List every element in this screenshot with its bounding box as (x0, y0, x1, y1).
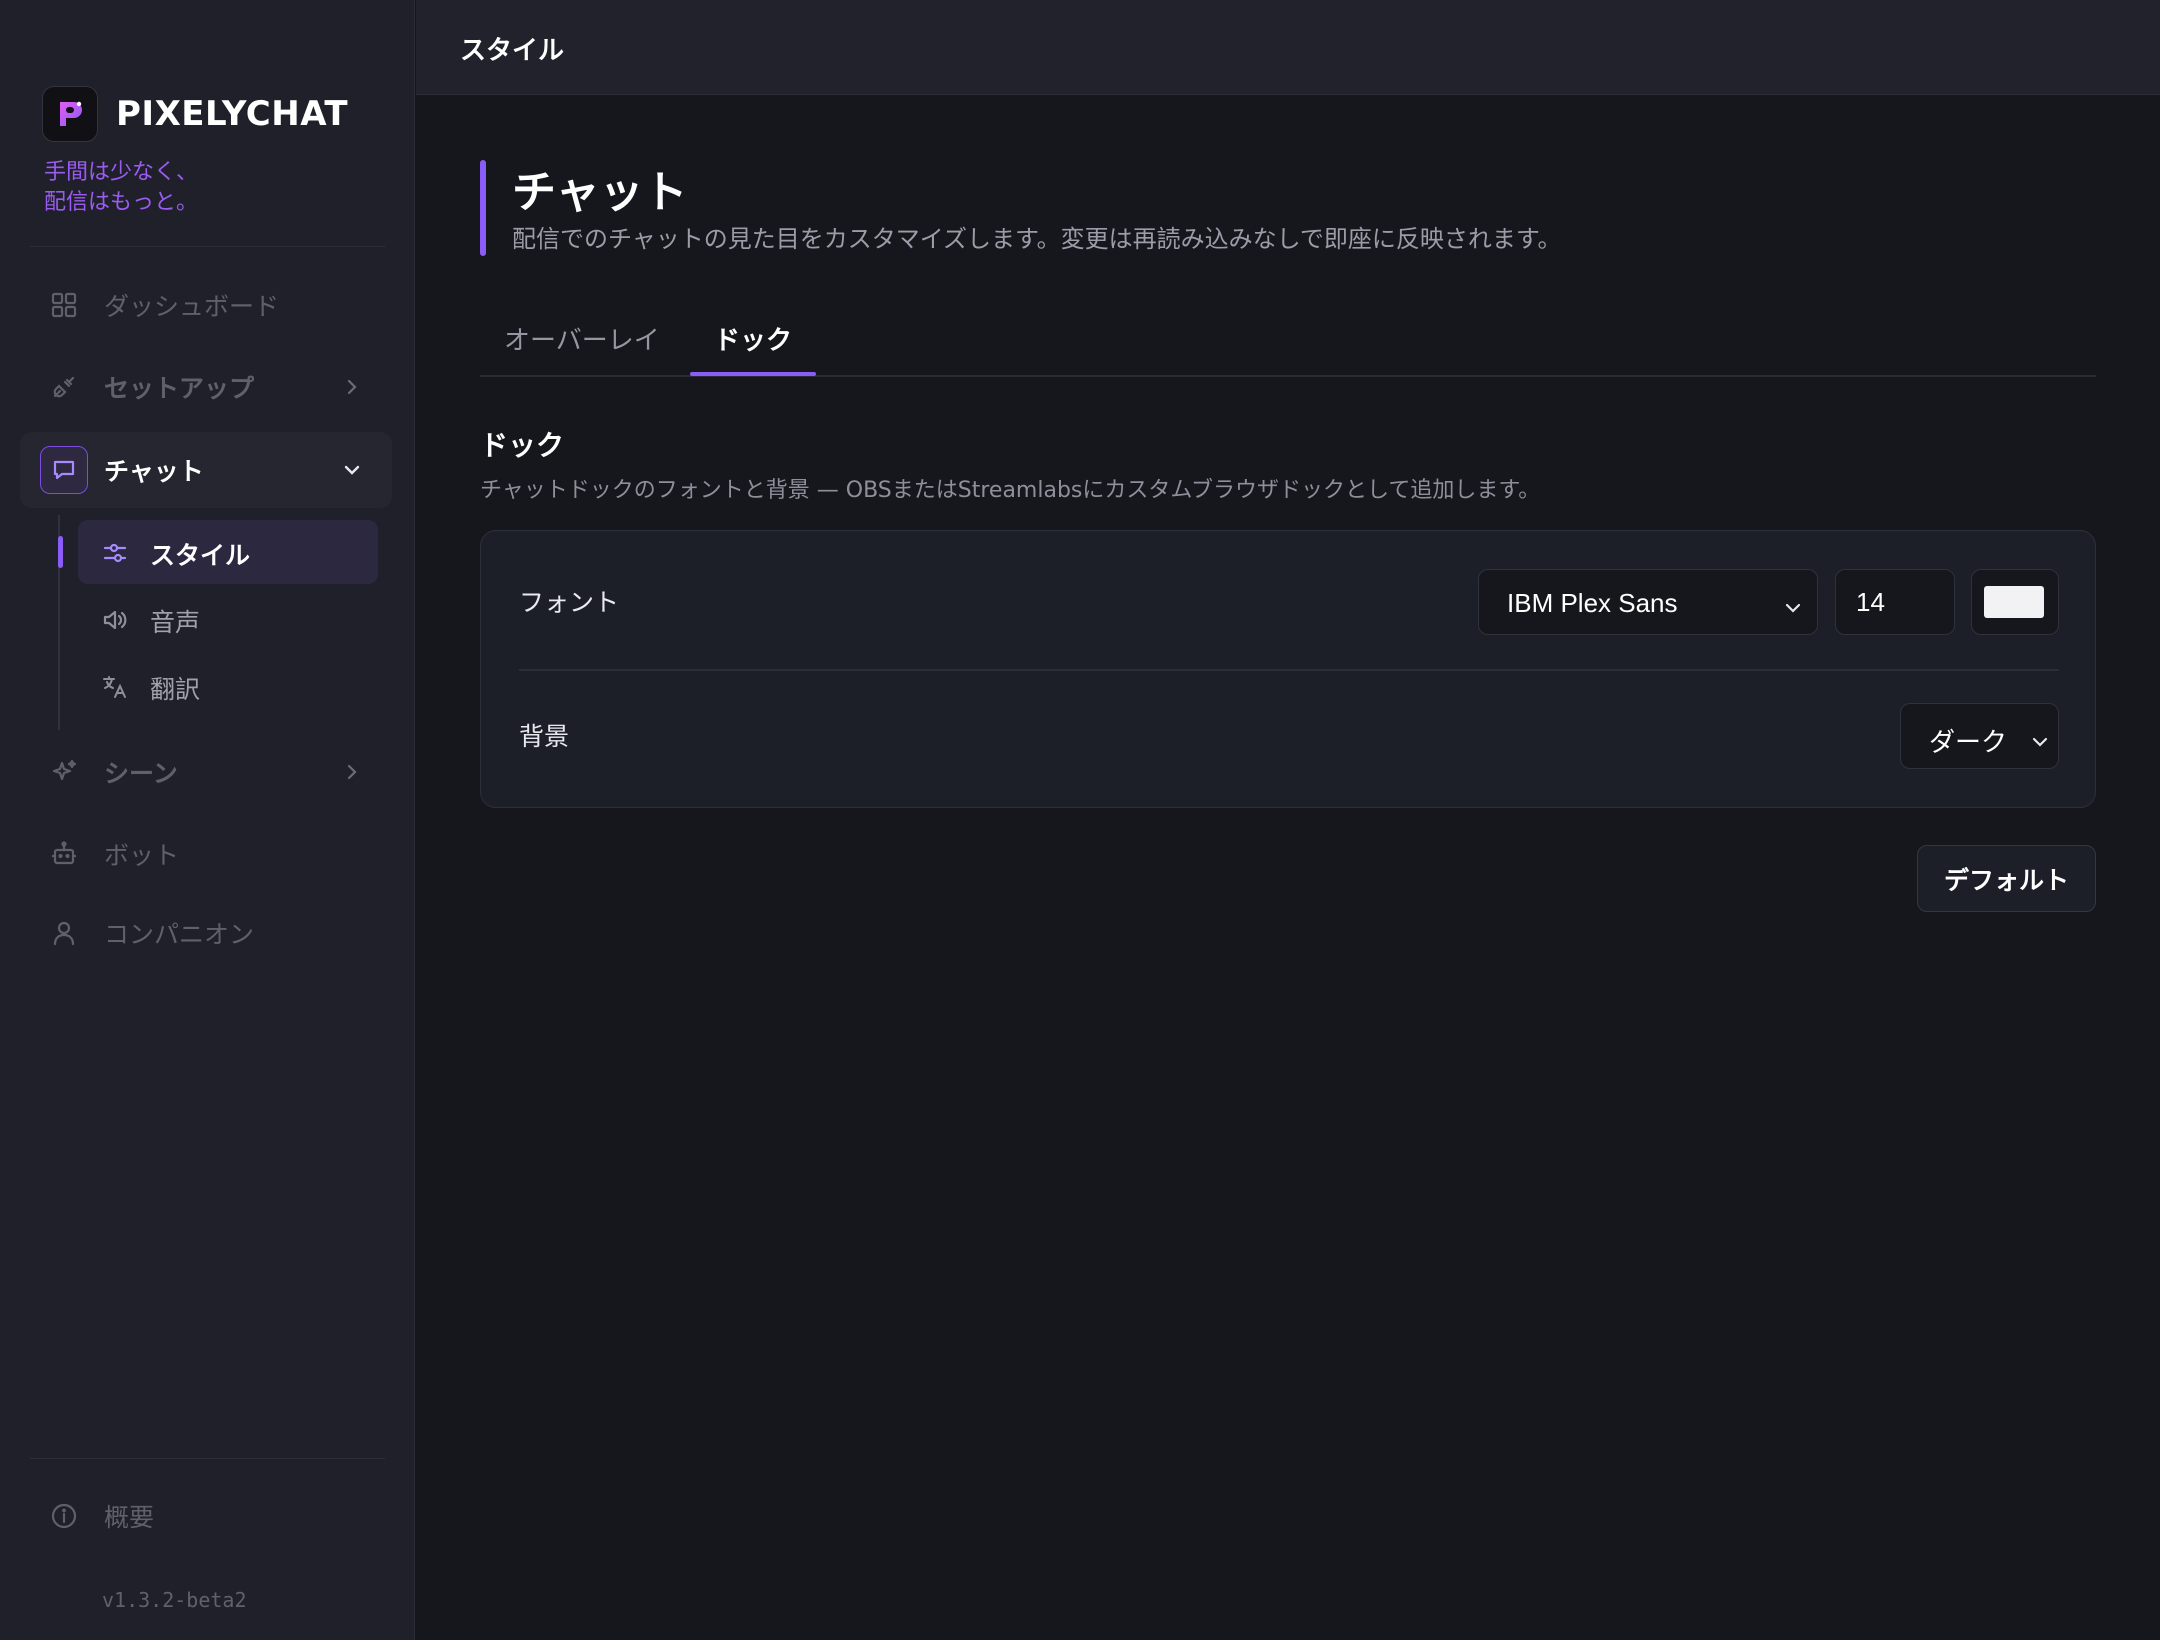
sidebar-subitem-style[interactable]: スタイル (78, 520, 378, 584)
plug-icon (50, 373, 78, 401)
chevron-down-icon (342, 460, 362, 480)
app-logo (42, 86, 98, 142)
sidebar-item-label: チャット (104, 457, 204, 486)
dock-settings-card: フォント IBM Plex Sans 背景 ダーク (480, 530, 2096, 808)
sidebar-divider (30, 246, 385, 247)
sidebar-item-label: シーン (104, 759, 178, 788)
chevron-down-icon (2030, 728, 2050, 748)
chat-bubble-icon (40, 446, 88, 494)
sidebar-item-dashboard[interactable]: ダッシュボード (20, 267, 392, 343)
brand-name: PIXELYCHAT (116, 94, 349, 134)
sidebar-subitem-translation[interactable]: 翻訳 (78, 654, 378, 718)
font-label: フォント (519, 588, 620, 617)
sidebar-item-label: ボット (104, 841, 180, 870)
app-version: v1.3.2-beta2 (102, 1588, 247, 1612)
sidebar-item-label: ダッシュボード (104, 292, 280, 321)
active-tab-indicator (690, 372, 816, 376)
card-divider (519, 669, 2059, 671)
page-description: 配信でのチャットの見た目をカスタマイズします。変更は再読み込みなしで即座に反映さ… (512, 225, 1562, 253)
top-bar: スタイル (416, 0, 2160, 95)
tagline-line-1: 手間は少なく、 (44, 160, 199, 185)
sidebar-item-label: セットアップ (104, 374, 255, 403)
sidebar-subitem-label: 翻訳 (150, 675, 201, 704)
active-subitem-marker (58, 536, 63, 568)
chevron-right-icon (342, 377, 362, 397)
sidebar-item-bot[interactable]: ボット (20, 816, 392, 892)
sidebar-item-about[interactable]: 概要 (20, 1478, 392, 1554)
tab-dock[interactable]: ドック (714, 320, 792, 357)
sidebar-item-chat[interactable]: チャット (20, 432, 392, 508)
sidebar-item-label: 概要 (104, 1503, 155, 1532)
info-icon (50, 1502, 78, 1530)
translate-icon (102, 674, 128, 700)
background-label: 背景 (519, 722, 570, 751)
sidebar: PIXELYCHAT 手間は少なく、 配信はもっと。 ダッシュボード セットアッ… (0, 0, 415, 1640)
section-title: ドック (480, 429, 565, 462)
tagline-line-2: 配信はもっと。 (44, 190, 199, 215)
user-icon (50, 919, 78, 947)
sliders-icon (102, 540, 128, 566)
brand: PIXELYCHAT (42, 86, 348, 142)
topbar-title: スタイル (460, 36, 565, 66)
background-select[interactable]: ダーク (1900, 703, 2059, 769)
page-title: チャット (512, 167, 688, 218)
font-family-value: IBM Plex Sans (1507, 588, 1678, 618)
font-family-select[interactable]: IBM Plex Sans (1478, 569, 1818, 635)
sparkles-icon (50, 758, 78, 786)
sidebar-item-setup[interactable]: セットアップ (20, 349, 392, 425)
robot-icon (50, 840, 78, 868)
chevron-down-icon (1783, 594, 1803, 614)
sidebar-subitem-label: スタイル (150, 541, 251, 570)
sidebar-item-companion[interactable]: コンパニオン (20, 895, 392, 971)
sidebar-item-label: コンパニオン (104, 920, 255, 949)
tab-bar: オーバーレイ ドック (480, 300, 2096, 377)
font-color-swatch (1984, 586, 2044, 618)
grid-icon (50, 291, 78, 319)
sidebar-bottom-divider (30, 1458, 385, 1459)
font-color-picker[interactable] (1971, 569, 2059, 635)
brand-tagline: 手間は少なく、 配信はもっと。 (44, 158, 198, 218)
speaker-icon (102, 607, 128, 633)
background-value: ダーク (1929, 727, 2008, 757)
font-size-input[interactable] (1835, 569, 1955, 635)
sidebar-item-scenes[interactable]: シーン (20, 734, 392, 810)
page-title-accent (480, 160, 486, 256)
reset-default-button[interactable]: デフォルト (1917, 845, 2096, 912)
sidebar-subitem-label: 音声 (150, 608, 201, 637)
sidebar-subitem-audio[interactable]: 音声 (78, 587, 378, 651)
tab-overlay[interactable]: オーバーレイ (504, 320, 660, 357)
section-description: チャットドックのフォントと背景 — OBSまたはStreamlabsにカスタムブ… (480, 478, 1541, 503)
chevron-right-icon (342, 762, 362, 782)
